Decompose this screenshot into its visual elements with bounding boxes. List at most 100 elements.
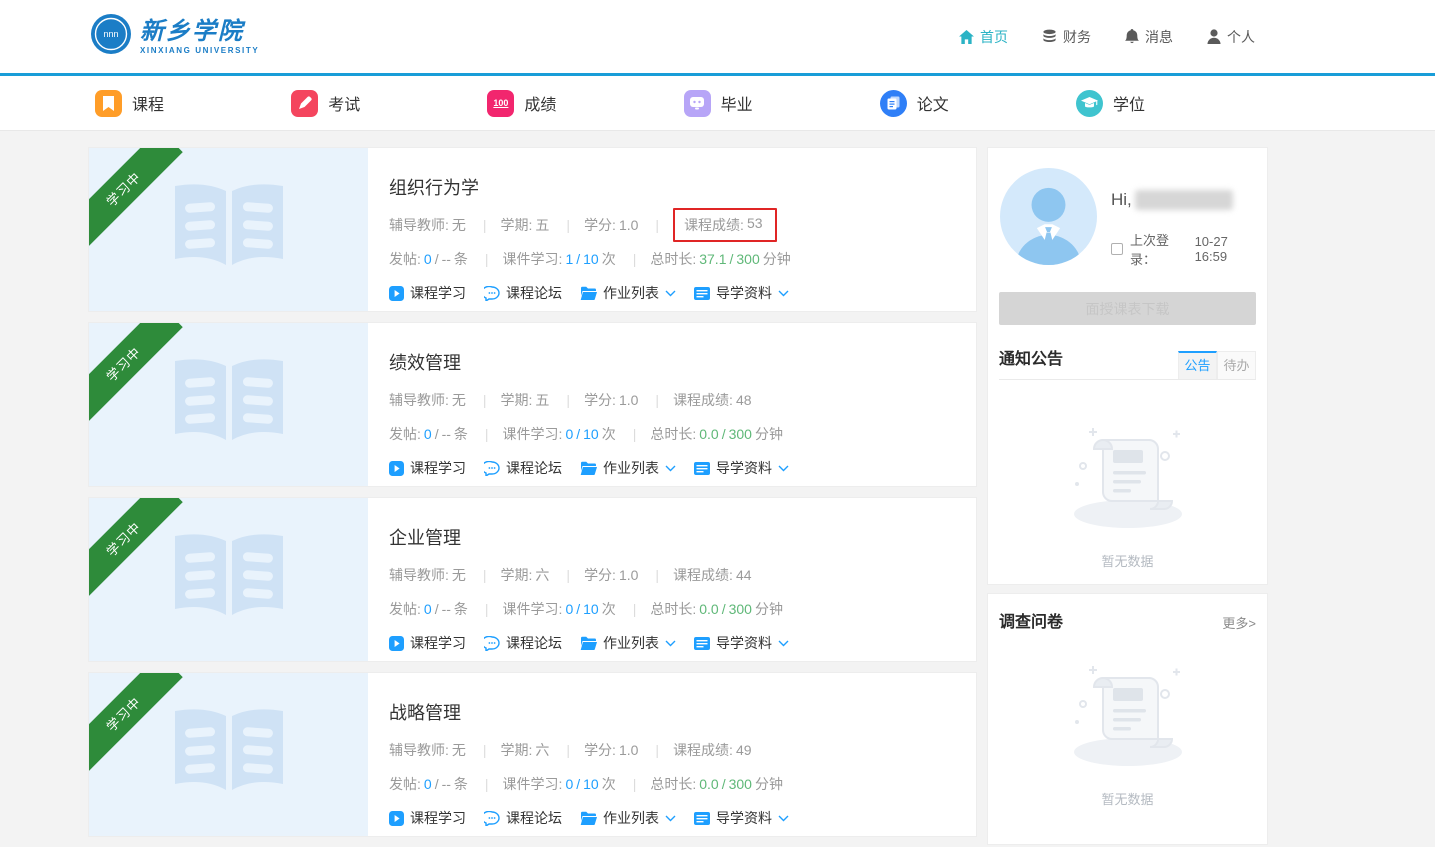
chevron-down-icon <box>778 640 789 647</box>
course-forum-link[interactable]: 课程论坛 <box>484 458 562 478</box>
score-100-icon: 100 <box>487 90 514 117</box>
book-icon <box>163 179 295 280</box>
empty-text: 暂无数据 <box>1101 789 1153 808</box>
bell-icon <box>1125 29 1139 44</box>
top-nav-finance[interactable]: 财务 <box>1042 27 1091 47</box>
survey-header: 调查问卷 更多> <box>999 608 1256 642</box>
play-icon <box>389 636 404 651</box>
course-card: 学习中 <box>88 322 977 487</box>
person-icon <box>1207 29 1221 44</box>
top-header: nnn 新乡学院 XINXIANG UNIVERSITY 首页 财务 <box>0 0 1435 73</box>
folder-icon <box>580 636 597 650</box>
avatar[interactable] <box>1000 168 1097 265</box>
greeting: Hi, <box>1111 190 1256 210</box>
course-title[interactable]: 组织行为学 <box>389 174 976 200</box>
course-meta: 辅导教师:无 | 学期:六 | 学分:1.0 | 课程成绩:44 <box>389 565 976 585</box>
svg-text:nnn: nnn <box>103 29 118 39</box>
course-study-link[interactable]: 课程学习 <box>389 283 466 303</box>
list-icon <box>694 637 710 650</box>
homework-list-link[interactable]: 作业列表 <box>580 633 676 653</box>
logo-name-cn: 新乡学院 <box>140 16 244 45</box>
score-highlight-box: 课程成绩:53 <box>673 208 776 242</box>
course-thumbnail[interactable]: 学习中 <box>89 148 368 311</box>
course-forum-link[interactable]: 课程论坛 <box>484 633 562 653</box>
chevron-down-icon <box>778 465 789 472</box>
sidebar: Hi, 上次登录： 10-27 16:59 面授课表下载 通知公告 公告 待办 <box>987 147 1268 847</box>
course-meta: 辅导教师:无 | 学期:六 | 学分:1.0 | 课程成绩:49 <box>389 740 976 760</box>
tab-todo[interactable]: 待办 <box>1217 351 1256 379</box>
course-study-link[interactable]: 课程学习 <box>389 458 466 478</box>
survey-empty-state: 暂无数据 <box>999 660 1256 808</box>
module-grades[interactable]: 100 成绩 <box>487 90 556 117</box>
list-icon <box>694 812 710 825</box>
folder-icon <box>580 811 597 825</box>
chevron-down-icon <box>665 815 676 822</box>
course-forum-link[interactable]: 课程论坛 <box>484 808 562 828</box>
top-nav: 首页 财务 消息 <box>959 27 1255 47</box>
module-courses[interactable]: 课程 <box>95 90 164 117</box>
profile-panel: Hi, 上次登录： 10-27 16:59 面授课表下载 通知公告 公告 待办 <box>987 147 1268 585</box>
chevron-down-icon <box>665 290 676 297</box>
homework-list-link[interactable]: 作业列表 <box>580 808 676 828</box>
pen-icon <box>291 90 318 117</box>
course-thumbnail[interactable]: 学习中 <box>89 323 368 486</box>
homework-list-link[interactable]: 作业列表 <box>580 458 676 478</box>
notice-tabs: 公告 待办 <box>1178 351 1256 379</box>
top-nav-messages[interactable]: 消息 <box>1125 27 1173 47</box>
chat-icon <box>484 811 500 826</box>
course-title[interactable]: 绩效管理 <box>389 349 976 375</box>
guide-material-link[interactable]: 导学资料 <box>694 458 789 478</box>
course-stats: 发帖:0/--条 | 课件学习:0/10次 | 总时长:0.0/300分钟 <box>389 774 976 794</box>
tab-announcements[interactable]: 公告 <box>1178 351 1217 379</box>
guide-material-link[interactable]: 导学资料 <box>694 283 789 303</box>
book-icon <box>163 354 295 455</box>
folder-icon <box>580 286 597 300</box>
module-graduation[interactable]: 毕业 <box>684 90 753 117</box>
top-nav-profile[interactable]: 个人 <box>1207 27 1255 47</box>
home-icon <box>959 30 974 44</box>
chevron-down-icon <box>665 640 676 647</box>
homework-list-link[interactable]: 作业列表 <box>580 283 676 303</box>
survey-panel: 调查问卷 更多> <box>987 593 1268 845</box>
checkbox-icon <box>1111 243 1123 255</box>
course-forum-link[interactable]: 课程论坛 <box>484 283 562 303</box>
chat-icon <box>484 286 500 301</box>
list-icon <box>694 287 710 300</box>
guide-material-link[interactable]: 导学资料 <box>694 633 789 653</box>
timetable-download-button[interactable]: 面授课表下载 <box>999 292 1256 325</box>
course-actions: 课程学习 课程论坛 作业列表 导学资料 <box>389 633 976 653</box>
course-card: 学习中 <box>88 147 977 312</box>
module-degree[interactable]: 学位 <box>1076 90 1145 117</box>
chat-icon <box>484 461 500 476</box>
play-icon <box>389 286 404 301</box>
university-logo[interactable]: nnn 新乡学院 XINXIANG UNIVERSITY <box>90 13 259 60</box>
module-nav: 课程 考试 100 成绩 毕业 <box>0 76 1435 131</box>
course-thumbnail[interactable]: 学习中 <box>89 673 368 836</box>
course-title[interactable]: 企业管理 <box>389 524 976 550</box>
empty-scroll-icon <box>1061 422 1195 539</box>
course-study-link[interactable]: 课程学习 <box>389 633 466 653</box>
course-stats: 发帖:0/--条 | 课件学习:0/10次 | 总时长:0.0/300分钟 <box>389 599 976 619</box>
graduation-face-icon <box>684 90 711 117</box>
notice-title: 通知公告 <box>999 345 1063 379</box>
play-icon <box>389 461 404 476</box>
guide-material-link[interactable]: 导学资料 <box>694 808 789 828</box>
module-exams[interactable]: 考试 <box>291 90 360 117</box>
course-thumbnail[interactable]: 学习中 <box>89 498 368 661</box>
survey-title: 调查问卷 <box>999 608 1063 642</box>
module-thesis[interactable]: 论文 <box>880 90 949 117</box>
chevron-down-icon <box>778 815 789 822</box>
course-actions: 课程学习 课程论坛 作业列表 导学资料 <box>389 808 976 828</box>
course-study-link[interactable]: 课程学习 <box>389 808 466 828</box>
course-stats: 发帖:0/--条 | 课件学习:0/10次 | 总时长:0.0/300分钟 <box>389 424 976 444</box>
course-card: 学习中 <box>88 672 977 837</box>
survey-more-link[interactable]: 更多> <box>1222 613 1256 642</box>
top-nav-home[interactable]: 首页 <box>959 27 1008 47</box>
paper-icon <box>880 90 907 117</box>
empty-text: 暂无数据 <box>1101 551 1153 570</box>
empty-scroll-icon <box>1061 660 1195 777</box>
course-title[interactable]: 战略管理 <box>389 699 976 725</box>
course-actions: 课程学习 课程论坛 作业列表 导学资料 <box>389 458 976 478</box>
last-login: 上次登录： 10-27 16:59 <box>1111 230 1256 268</box>
list-icon <box>694 462 710 475</box>
